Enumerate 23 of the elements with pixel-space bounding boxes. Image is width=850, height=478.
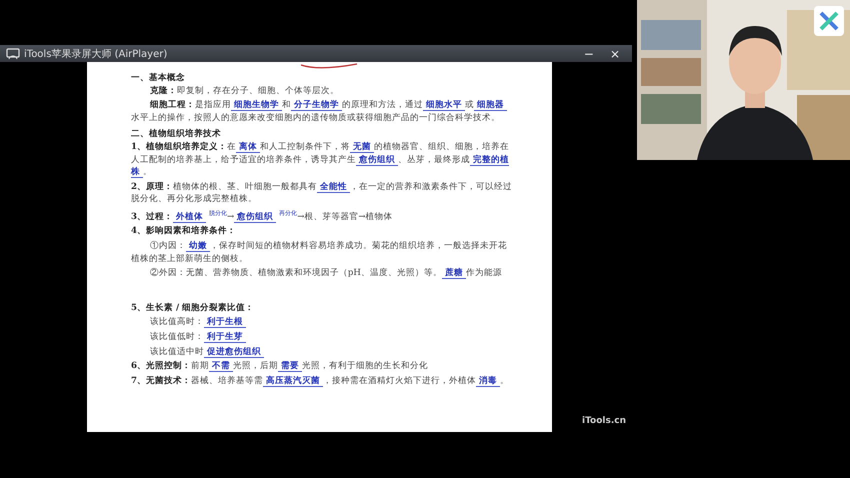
paragraph: ①内因： 幼嫩 ，保存时间短的植物材料容易培养成功。菊花的组织培养，一般选择未开花植株的茎上部新萌生的侧枝。: [131, 240, 508, 266]
paragraph: 2、原理：植物体的根、茎、叶细胞一般都具有 全能性 ，在一定的营养和激素条件下，可以经过脱分化、再分化形成完整植株。: [131, 180, 512, 206]
paragraph: 1、植物组织培养定义：在 离体 和人工控制条件下，将 无菌 的植物器官、组织、细胞，培养在人工配制的培养基上，给予适宜的培养条件，诱导其产生 愈伤组织 、丛芽，最终形成 完整的植株 。: [131, 140, 510, 179]
window-title: iTools苹果录屏大师 (AirPlayer): [24, 48, 168, 60]
paragraph: 细胞工程：是指应用 细胞生物学 和 分子生物学 的原理和方法，通过 细胞水平 或 细胞器 水平上的操作，按照人的意愿来改变细胞内的遗传物质或获得细胞产品的一门综合科学技术。: [131, 99, 512, 124]
paragraph: 该比值低时： 利于生芽: [131, 330, 512, 344]
paragraph: 4、影响因素和培养条件：: [131, 225, 237, 238]
close-button[interactable]: ×: [604, 46, 626, 60]
brand-label: iTools.cn: [582, 416, 626, 426]
paragraph: 3、过程： 外植体 $^{脱分化}$→ 愈伤组织 $^{再分化}$→根、芽等器官→植物体: [131, 208, 394, 224]
pen-stroke-drawing: [299, 62, 359, 70]
paragraph: ②外因：无菌、营养物质、植物激素和环境因子（pH、温度、光照）等。 蔗糖 作为能源: [148, 267, 503, 280]
minimize-button[interactable]: −: [578, 46, 600, 60]
paragraph: 7、无菌技术：器械、培养基等需 高压蒸汽灭菌 ，接种需在酒精灯火焰下进行，外植体 消毒 。: [131, 374, 510, 388]
screen-cast-icon: [6, 48, 20, 60]
section-heading: 一、基本概念: [131, 72, 186, 85]
paragraph: 该比值高时： 利于生根: [131, 316, 512, 329]
paragraph: 6、光照控制：前期 不需 光照，后期 需要 光照，有利于细胞的生长和分化: [131, 360, 429, 373]
paragraph: 克隆：即复制，存在分子、细胞、个体等层次。: [148, 84, 340, 98]
section-heading: 二、植物组织培养技术: [131, 128, 222, 141]
paragraph: 该比值适中时 促进愈伤组织: [131, 346, 512, 358]
paragraph: 5、生长素 / 细胞分裂素比值：: [131, 302, 256, 314]
logo-icon: [814, 6, 844, 36]
